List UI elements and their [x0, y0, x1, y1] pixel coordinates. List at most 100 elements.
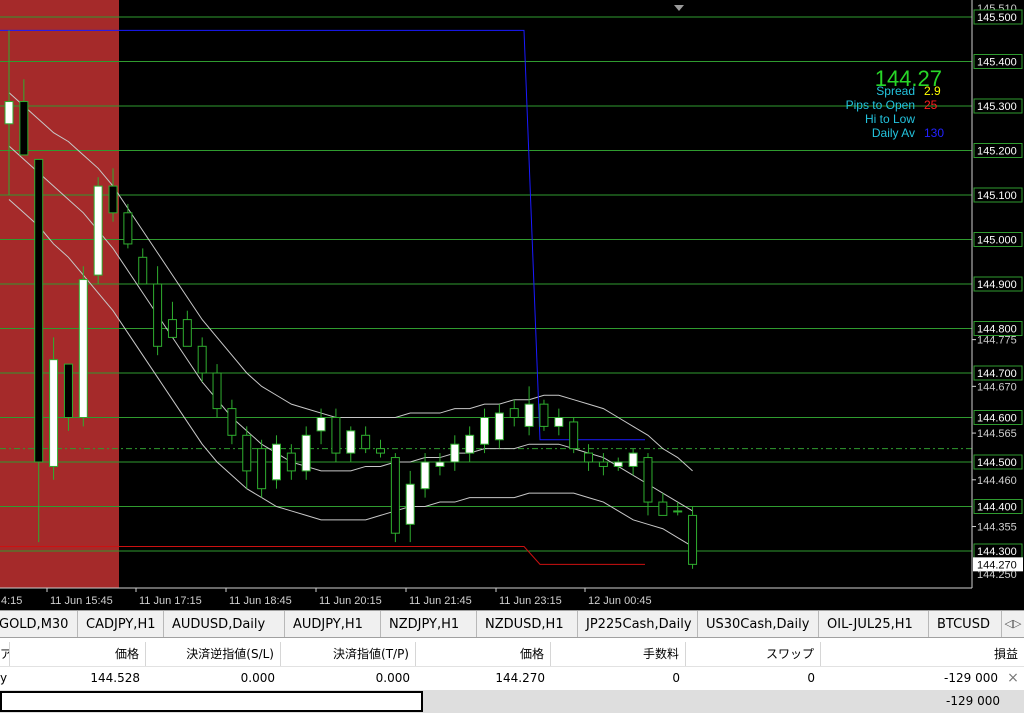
grid-price-label: 145.300	[977, 101, 1017, 113]
info-daily-average-label: Daily Av	[872, 126, 915, 140]
tab-audjpy-h1[interactable]: AUDJPY,H1	[285, 611, 381, 637]
time-label: 4:15	[1, 595, 22, 607]
grid-price-label: 144.600	[977, 413, 1017, 425]
candle-body	[346, 430, 356, 454]
candle-body	[167, 319, 177, 338]
info-pips-to-open-label: Pips to Open	[846, 98, 915, 112]
candle-body	[19, 101, 29, 156]
candle-body	[316, 417, 326, 432]
info-pips-to-open-value: 25	[924, 98, 938, 112]
chart-window[interactable]: 145.510 145.500 145.400 145.300 145.200 145.1…	[0, 0, 1024, 610]
col-header-profit[interactable]: 損益	[821, 642, 1024, 666]
row-profit[interactable]: -129 000	[821, 666, 1004, 690]
candle-body	[643, 457, 653, 503]
grid-price-label: 144.700	[977, 368, 1017, 380]
candle-body	[49, 359, 59, 467]
candle-body	[182, 319, 192, 347]
time-label: 11 Jun 23:15	[499, 595, 562, 607]
candle-body	[212, 372, 222, 410]
candle-body	[613, 461, 623, 467]
tab-gold-m30[interactable]: GOLD,M30	[0, 611, 78, 637]
candle-body	[420, 461, 430, 490]
candle-body	[227, 408, 237, 436]
tab-nzdusd-h1[interactable]: NZDUSD,H1	[477, 611, 578, 637]
col-header-stop-loss[interactable]: 決済逆指値(S/L)	[146, 642, 281, 666]
time-label: 11 Jun 17:15	[139, 595, 202, 607]
axis-price-label: 144.565	[977, 428, 1017, 440]
row-open-price[interactable]: 144.528	[10, 666, 146, 690]
total-profit: -129 000	[946, 694, 1000, 708]
candle-body	[93, 185, 103, 276]
candle-body	[361, 434, 371, 450]
candle-body	[123, 212, 133, 245]
axis-price-label: 144.775	[977, 335, 1017, 347]
tab-btcusd[interactable]: BTCUSD	[929, 611, 1002, 637]
col-header-symbol[interactable]: ア	[0, 642, 10, 666]
tab-cadjpy-h1[interactable]: CADJPY,H1	[78, 611, 164, 637]
candle-body	[569, 421, 579, 450]
col-header-open-price[interactable]: 価格	[10, 642, 146, 666]
info-spread-label: Spread	[876, 84, 915, 98]
candle-body	[331, 417, 341, 454]
candle-body	[584, 452, 594, 463]
candle-body	[480, 417, 490, 445]
terminal-trade-panel: ア 価格 決済逆指値(S/L) 決済指値(T/P) 価格 手数料 スワップ 損益…	[0, 638, 1024, 713]
info-hi-to-low-value: 30	[924, 112, 938, 126]
price-chart[interactable]: 145.510145.500145.400145.300145.200145.1…	[0, 0, 1024, 610]
grid-price-label: 144.400	[977, 502, 1017, 514]
candle-body	[539, 403, 549, 427]
time-label: 11 Jun 21:45	[409, 595, 472, 607]
candle-body	[108, 185, 118, 214]
axis-price-label: 144.355	[977, 522, 1017, 534]
grid-price-label: 145.400	[977, 57, 1017, 69]
candle-body	[286, 452, 296, 472]
grid-price-label: 145.500	[977, 12, 1017, 24]
chart-shift-icon	[674, 5, 684, 11]
candle-body	[197, 345, 207, 374]
candle-body	[688, 514, 698, 565]
candle-body	[78, 279, 88, 418]
close-position-icon[interactable]: ×	[1004, 666, 1022, 690]
candle-body	[242, 434, 252, 472]
candle-body	[153, 283, 163, 347]
time-label: 12 Jun 00:45	[588, 595, 652, 607]
col-header-current-price[interactable]: 価格	[416, 642, 551, 666]
grid-price-label: 144.900	[977, 279, 1017, 291]
row-current-price[interactable]: 144.270	[416, 666, 551, 690]
tab-audusd-daily[interactable]: AUDUSD,Daily	[164, 611, 285, 637]
grid-price-label: 145.000	[977, 235, 1017, 247]
row-commission[interactable]: 0	[551, 666, 686, 690]
candle-body	[257, 448, 267, 490]
info-daily-average-value: 130	[924, 126, 944, 140]
axis-price-label: 144.670	[977, 381, 1017, 393]
info-hi-to-low-label: Hi to Low	[865, 112, 915, 126]
tab-nzdjpy-h1[interactable]: NZDJPY,H1	[381, 611, 477, 637]
candle-body	[628, 452, 638, 467]
grid-price-label: 145.200	[977, 146, 1017, 158]
tab-us30cash-daily[interactable]: US30Cash,Daily	[698, 611, 819, 637]
candle-body	[435, 461, 445, 467]
tab-scroll-arrows-icon[interactable]: ◁▷	[1001, 611, 1024, 637]
candle-body	[658, 501, 668, 516]
row-swap[interactable]: 0	[686, 666, 821, 690]
col-header-commission[interactable]: 手数料	[551, 642, 686, 666]
tab-jp225cash-daily[interactable]: JP225Cash,Daily	[578, 611, 698, 637]
col-header-take-profit[interactable]: 決済指値(T/P)	[281, 642, 416, 666]
candle-body	[301, 434, 311, 472]
time-label: 11 Jun 20:15	[319, 595, 382, 607]
balance-total-row: -129 000	[0, 690, 1024, 713]
candle-body	[509, 408, 519, 419]
candle-body	[494, 412, 504, 441]
time-label: 11 Jun 15:45	[50, 595, 113, 607]
row-symbol[interactable]: y	[0, 666, 10, 690]
candle-body	[673, 510, 683, 513]
row-stop-loss[interactable]: 0.000	[146, 666, 281, 690]
candle-body	[524, 403, 534, 427]
candle-body	[465, 434, 475, 454]
col-header-swap[interactable]: スワップ	[686, 642, 821, 666]
candle-body	[450, 443, 460, 463]
tab-oil-jul25-h1[interactable]: OIL-JUL25,H1	[819, 611, 929, 637]
grid-price-label: 144.500	[977, 457, 1017, 469]
symbol-tabs-bar: GOLD,M30 CADJPY,H1 AUDUSD,Daily AUDJPY,H…	[0, 610, 1024, 638]
row-take-profit[interactable]: 0.000	[281, 666, 416, 690]
